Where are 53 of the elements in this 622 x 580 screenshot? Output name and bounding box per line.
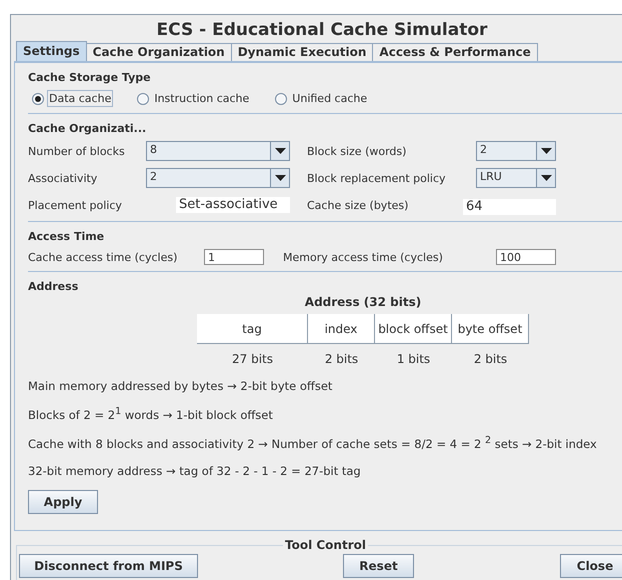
table-title: Address (32 bits) xyxy=(304,295,422,309)
table-cell: tag xyxy=(197,314,308,343)
caret-icon xyxy=(274,148,286,154)
field-label: Number of blocks xyxy=(28,144,126,158)
tab[interactable]: Dynamic Execution xyxy=(230,43,374,61)
section-heading: Cache Storage Type xyxy=(28,71,152,84)
radio-label[interactable]: Data cache xyxy=(47,90,114,107)
dropdown[interactable]: 8 xyxy=(146,141,290,161)
window-title: ECS - Educational Cache Simulator xyxy=(156,19,488,42)
field-label: Block size (words) xyxy=(307,144,408,158)
tab[interactable]: Access & Performance xyxy=(372,43,538,61)
bit-count: 1 bits xyxy=(396,352,432,366)
group-title: Tool Control xyxy=(283,538,368,552)
radio-button[interactable] xyxy=(32,92,44,104)
tab[interactable]: Settings xyxy=(16,41,87,61)
dropdown[interactable]: LRU xyxy=(476,168,556,188)
explanation-text: Main memory addressed by bytes → 2-bit byte offset xyxy=(28,379,334,393)
field-label: Cache size (bytes) xyxy=(307,198,410,212)
dropdown[interactable]: 2 xyxy=(146,168,290,188)
explanation-text: Blocks of 2 = 2$^{1}$ words → 1-bit block offset xyxy=(28,406,274,422)
radio-button[interactable] xyxy=(137,92,150,104)
bit-count: 27 bits xyxy=(231,352,274,366)
dropdown[interactable]: 2 xyxy=(476,141,556,161)
toolbar-button[interactable]: Close xyxy=(560,554,622,578)
input-field[interactable]: 100 xyxy=(496,249,556,265)
input-field[interactable]: 1 xyxy=(204,249,264,265)
toolbar-button[interactable]: Reset xyxy=(343,554,414,578)
bit-count: 2 bits xyxy=(324,352,360,366)
readout-field: Set-associative xyxy=(176,197,290,213)
caret-icon xyxy=(274,175,286,181)
section-heading: Address xyxy=(28,280,80,293)
bit-count: 2 bits xyxy=(472,352,508,366)
field-label: Placement policy xyxy=(28,198,123,212)
apply-button[interactable]: Apply xyxy=(28,490,98,514)
table-cell: block offset xyxy=(375,314,452,343)
table-cell: index xyxy=(308,314,375,343)
field-label: Cache access time (cycles) xyxy=(28,250,178,264)
table-cell: byte offset xyxy=(452,314,529,343)
radio-label[interactable]: Instruction cache xyxy=(152,90,252,107)
section-heading: Access Time xyxy=(28,230,106,243)
radio-button[interactable] xyxy=(275,92,288,104)
explanation-text: Cache with 8 blocks and associativity 2 → Number of cache sets = 8/2 = 4 = 2 $^{2}$ sets → 2-bit index xyxy=(28,434,598,451)
field-label: Memory access time (cycles) xyxy=(283,250,444,264)
section-heading: Cache Organizati... xyxy=(28,122,148,135)
radio-label[interactable]: Unified cache xyxy=(290,90,370,107)
caret-icon xyxy=(540,148,552,154)
field-label: Associativity xyxy=(28,172,98,184)
field-label: Block replacement policy xyxy=(307,172,447,184)
readout-field: 64 xyxy=(463,199,556,215)
toolbar-button[interactable]: Disconnect from MIPS xyxy=(19,554,198,578)
caret-icon xyxy=(540,175,552,181)
tab[interactable]: Cache Organization xyxy=(86,43,232,61)
explanation-text: 32-bit memory address → tag of 32 - 2 - 1 - 2 = 27-bit tag xyxy=(28,464,362,478)
